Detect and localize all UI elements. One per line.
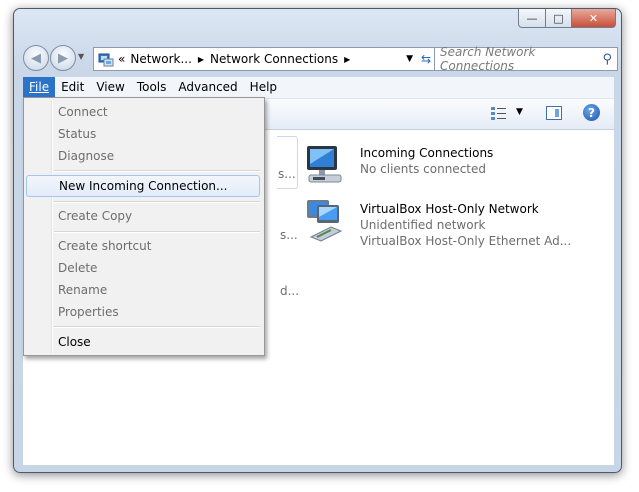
forward-arrow-icon: ▶ xyxy=(58,50,68,66)
window-controls: — □ ✕ xyxy=(518,9,616,28)
connection-status: No clients connected xyxy=(360,162,486,176)
menu-separator xyxy=(54,170,260,172)
breadcrumb-network[interactable]: Network... xyxy=(130,52,192,66)
menu-item-rename[interactable]: Rename xyxy=(26,279,260,301)
change-view-icon[interactable] xyxy=(491,106,507,120)
close-button[interactable]: ✕ xyxy=(572,9,616,28)
help-icon[interactable]: ? xyxy=(583,104,600,121)
menu-help[interactable]: Help xyxy=(244,77,283,98)
network-adapter-icon xyxy=(301,197,349,245)
incoming-connections-icon xyxy=(301,142,349,190)
menu-item-new-incoming-connection[interactable]: New Incoming Connection... xyxy=(26,175,260,197)
menu-separator xyxy=(54,326,260,328)
search-placeholder: Search Network Connections xyxy=(440,45,536,73)
partial-selected-item[interactable]: s... xyxy=(277,136,298,189)
menu-separator xyxy=(54,231,260,233)
connection-item-virtualbox[interactable]: VirtualBox Host-Only Network Unidentifie… xyxy=(301,195,611,248)
menu-item-status[interactable]: Status xyxy=(26,123,260,145)
menu-item-diagnose[interactable]: Diagnose xyxy=(26,145,260,167)
address-history-dropdown-icon[interactable]: ▼ xyxy=(406,54,413,64)
menu-item-close[interactable]: Close xyxy=(26,331,260,353)
breadcrumb-separator-icon[interactable]: ▶ xyxy=(198,55,204,64)
minimize-button[interactable]: — xyxy=(518,9,546,28)
connection-status: Unidentified network xyxy=(360,218,486,232)
file-menu-dropdown: Connect Status Diagnose New Incoming Con… xyxy=(23,97,265,356)
menu-item-connect[interactable]: Connect xyxy=(26,101,260,123)
menu-view[interactable]: View xyxy=(90,77,130,98)
menu-tools[interactable]: Tools xyxy=(131,77,173,98)
address-bar[interactable]: « Network... ▶ Network Connections ▶ ▼ xyxy=(93,47,420,71)
menu-item-properties[interactable]: Properties xyxy=(26,301,260,323)
partial-item-text: s... xyxy=(278,167,296,181)
view-options-dropdown-icon[interactable]: ▼ xyxy=(516,107,523,117)
back-button[interactable]: ◀ xyxy=(23,45,49,71)
menu-edit[interactable]: Edit xyxy=(55,77,90,98)
search-box[interactable]: Search Network Connections ⚲ xyxy=(434,45,618,73)
menu-item-create-copy[interactable]: Create Copy xyxy=(26,205,260,227)
refresh-button[interactable]: ⇆ xyxy=(418,47,435,71)
breadcrumb-separator-icon[interactable]: ▶ xyxy=(344,55,350,64)
navigation-bar: ◀ ▶ ▼ « Network... ▶ Network Connections… xyxy=(21,45,618,73)
forward-button[interactable]: ▶ xyxy=(50,45,76,71)
preview-pane-icon[interactable] xyxy=(546,106,562,120)
recent-pages-dropdown-icon[interactable]: ▼ xyxy=(78,52,84,61)
network-folder-icon xyxy=(98,51,114,67)
menu-advanced[interactable]: Advanced xyxy=(172,77,243,98)
back-arrow-icon: ◀ xyxy=(31,50,41,66)
connection-device: VirtualBox Host-Only Ethernet Ad... xyxy=(360,234,572,248)
connection-name: Incoming Connections xyxy=(360,146,494,160)
maximize-button[interactable]: □ xyxy=(546,9,572,28)
refresh-icon: ⇆ xyxy=(420,52,432,66)
connection-name: VirtualBox Host-Only Network xyxy=(360,202,539,216)
breadcrumb-prefix[interactable]: « xyxy=(118,52,125,66)
partial-item-text: s... xyxy=(280,228,298,242)
search-icon[interactable]: ⚲ xyxy=(602,52,612,67)
menu-item-create-shortcut[interactable]: Create shortcut xyxy=(26,235,260,257)
partial-item-text: d... xyxy=(280,284,300,298)
menu-file[interactable]: File xyxy=(23,77,56,98)
connection-item-incoming[interactable]: Incoming Connections No clients connecte… xyxy=(301,140,611,190)
menu-item-delete[interactable]: Delete xyxy=(26,257,260,279)
menu-separator xyxy=(54,201,260,203)
menu-bar: File Edit View Tools Advanced Help xyxy=(23,77,614,99)
breadcrumb-network-connections[interactable]: Network Connections xyxy=(210,52,338,66)
